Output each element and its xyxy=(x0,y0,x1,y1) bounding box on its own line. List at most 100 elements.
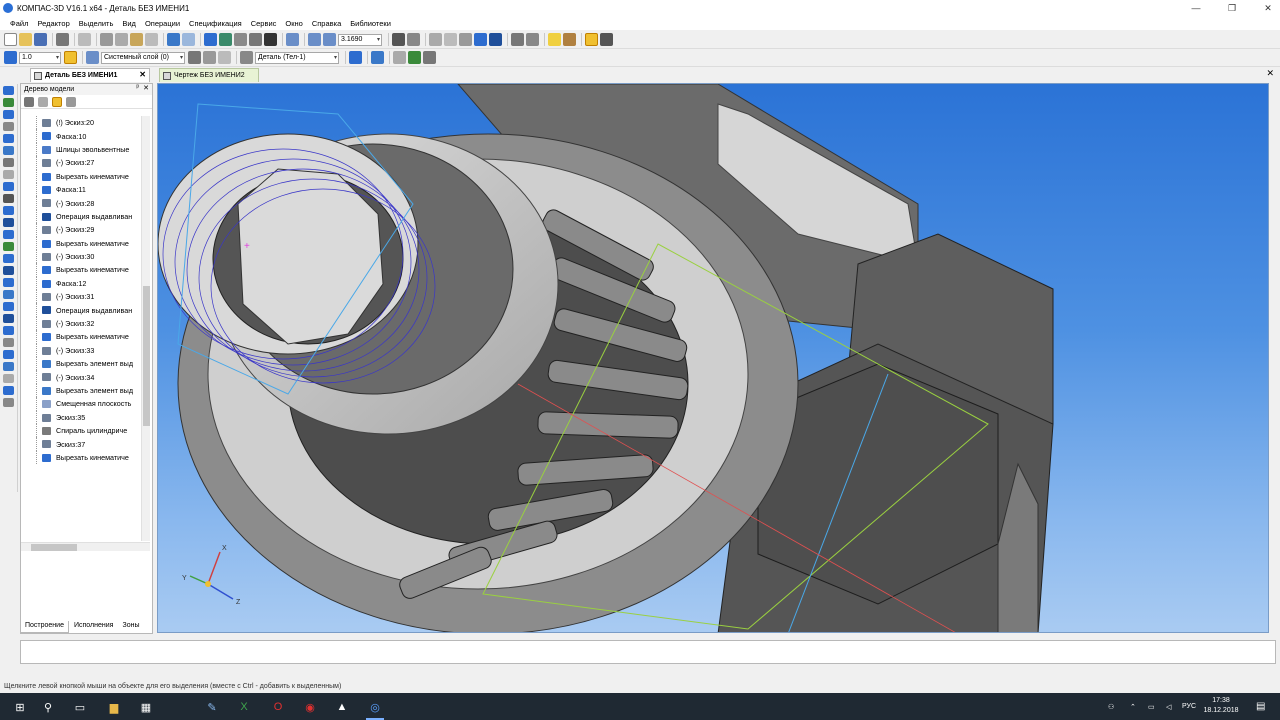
perspective-icon[interactable] xyxy=(511,33,524,46)
reports-icon[interactable] xyxy=(3,182,14,191)
copy-icon[interactable] xyxy=(115,33,128,46)
spec-icon[interactable] xyxy=(423,51,436,64)
tree-item[interactable]: Вырезать элемент выд xyxy=(21,383,141,398)
volume-icon[interactable]: ◁ xyxy=(1166,693,1171,720)
menu-operations[interactable]: Операции xyxy=(145,19,180,28)
zoom-field[interactable]: 3.1690 xyxy=(338,33,382,46)
properties-bar[interactable] xyxy=(20,640,1276,664)
style-icon[interactable] xyxy=(371,51,384,64)
menu-specification[interactable]: Спецификация xyxy=(189,19,242,28)
paint-icon[interactable]: ✎ xyxy=(204,699,220,715)
shell-tool-icon[interactable] xyxy=(3,290,14,299)
extrude-tool-icon[interactable] xyxy=(3,206,14,215)
view-orientation-icon[interactable] xyxy=(429,33,442,46)
menu-file[interactable]: Файл xyxy=(10,19,28,28)
scroll-thumb[interactable] xyxy=(143,286,150,426)
tree-item[interactable]: Вырезать кинематиче xyxy=(21,169,141,184)
search-icon[interactable]: ⚲ xyxy=(40,699,56,715)
array-tool-icon[interactable] xyxy=(3,326,14,335)
tree-item[interactable]: Эскиз:35 xyxy=(21,410,141,425)
tree-item[interactable]: Операция выдавливан xyxy=(21,303,141,318)
insert-icon[interactable] xyxy=(3,194,14,203)
sheet-tool-icon[interactable] xyxy=(3,374,14,383)
save-icon[interactable] xyxy=(34,33,47,46)
menu-window[interactable]: Окно xyxy=(285,19,302,28)
chamfer-tool-icon[interactable] xyxy=(3,278,14,287)
undo-icon[interactable] xyxy=(167,33,180,46)
clock[interactable]: 17:38 18.12.2018 xyxy=(1199,696,1243,716)
parametrize-icon[interactable] xyxy=(3,134,14,143)
scroll-thumb[interactable] xyxy=(31,544,77,551)
maximize-button[interactable]: ❐ xyxy=(1212,0,1252,16)
excel-icon[interactable]: X xyxy=(236,699,252,715)
tab-drawing[interactable]: Чертеж БЕЗ ИМЕНИ2 xyxy=(159,68,259,82)
diagnostic-tool-icon[interactable] xyxy=(3,386,14,395)
step-cursor-icon[interactable] xyxy=(4,51,17,64)
hole-tool-icon[interactable] xyxy=(3,314,14,323)
tab-build[interactable]: Построение xyxy=(20,621,69,633)
menu-libraries[interactable]: Библиотеки xyxy=(350,19,391,28)
zoom-window-icon[interactable] xyxy=(286,33,299,46)
macro-tool-icon[interactable] xyxy=(3,398,14,407)
menu-edit[interactable]: Редактор xyxy=(37,19,69,28)
tree-item[interactable]: Операция выдавливан xyxy=(21,209,141,224)
tree-item[interactable]: (-) Эскиз:33 xyxy=(21,343,141,358)
tree-item[interactable]: (-) Эскиз:29 xyxy=(21,223,141,237)
tree-item[interactable]: Вырезать кинематиче xyxy=(21,263,141,278)
snaps-icon[interactable] xyxy=(218,51,231,64)
tree-item[interactable]: (!) Эскиз:20 xyxy=(21,116,141,130)
redo-icon[interactable] xyxy=(182,33,195,46)
network-icon[interactable]: ▭ xyxy=(1148,693,1155,720)
zoom-in-icon[interactable] xyxy=(308,33,321,46)
format-painter-icon[interactable] xyxy=(145,33,158,46)
tray-chevron-icon[interactable]: ⌃ xyxy=(1130,693,1136,720)
show-all-icon[interactable] xyxy=(585,33,598,46)
minimize-button[interactable]: — xyxy=(1176,0,1216,16)
snap-icon[interactable] xyxy=(563,33,576,46)
tree-structure-icon[interactable] xyxy=(38,96,48,107)
library-icon[interactable] xyxy=(219,33,232,46)
tree-item[interactable]: (-) Эскиз:27 xyxy=(21,156,141,170)
file-explorer-icon[interactable]: ▆ xyxy=(106,699,122,715)
kompas-taskbar-icon[interactable]: ◎ xyxy=(367,699,383,715)
model-viewport[interactable]: + X Y Z xyxy=(157,83,1269,633)
tree-cursor-icon[interactable] xyxy=(24,96,34,107)
loft-tool-icon[interactable] xyxy=(3,242,14,251)
manager-icon[interactable] xyxy=(204,33,217,46)
wireframe-icon[interactable] xyxy=(444,33,457,46)
rib-tool-icon[interactable] xyxy=(3,302,14,311)
filter-icon[interactable] xyxy=(548,33,561,46)
spec-tool-icon[interactable] xyxy=(3,170,14,179)
menu-help[interactable]: Справка xyxy=(312,19,341,28)
step-field[interactable]: 1.0 xyxy=(19,51,61,64)
layer-icon[interactable] xyxy=(86,51,99,64)
color-icon[interactable] xyxy=(349,51,362,64)
tree-item[interactable]: (-) Эскиз:34 xyxy=(21,370,141,385)
layer-field[interactable]: Системный слой (0) xyxy=(101,51,185,64)
language-indicator[interactable]: РУС xyxy=(1182,693,1196,720)
paste-icon[interactable] xyxy=(130,33,143,46)
tree-order-icon[interactable] xyxy=(52,96,62,107)
tree-item[interactable]: (-) Эскиз:32 xyxy=(21,316,141,331)
grid-icon[interactable] xyxy=(188,51,201,64)
close-button[interactable]: ✕ xyxy=(1248,0,1280,16)
menu-view[interactable]: Вид xyxy=(122,19,136,28)
print-icon[interactable] xyxy=(56,33,69,46)
tab-part[interactable]: Деталь БЕЗ ИМЕНИ1 ✕ xyxy=(30,68,150,82)
tree-item[interactable]: Вырезать элемент выд xyxy=(21,357,141,371)
pan-icon[interactable] xyxy=(407,33,420,46)
tree-item[interactable]: Смещенная плоскость xyxy=(21,397,141,411)
notifications-icon[interactable]: ▤ xyxy=(1256,693,1265,720)
tree-item[interactable]: Эскиз:37 xyxy=(21,437,141,452)
menu-service[interactable]: Сервис xyxy=(251,19,277,28)
sweep-tool-icon[interactable] xyxy=(3,230,14,239)
properties-icon[interactable] xyxy=(600,33,613,46)
body-icon[interactable] xyxy=(240,51,253,64)
variables-icon[interactable] xyxy=(234,33,247,46)
tab-zones[interactable]: Зоны xyxy=(118,621,143,633)
select-tool-icon[interactable] xyxy=(3,158,14,167)
pin-icon[interactable]: ᵖ xyxy=(136,84,139,91)
shaded-icon[interactable] xyxy=(474,33,487,46)
new-file-icon[interactable] xyxy=(4,33,17,46)
cut-icon[interactable] xyxy=(100,33,113,46)
